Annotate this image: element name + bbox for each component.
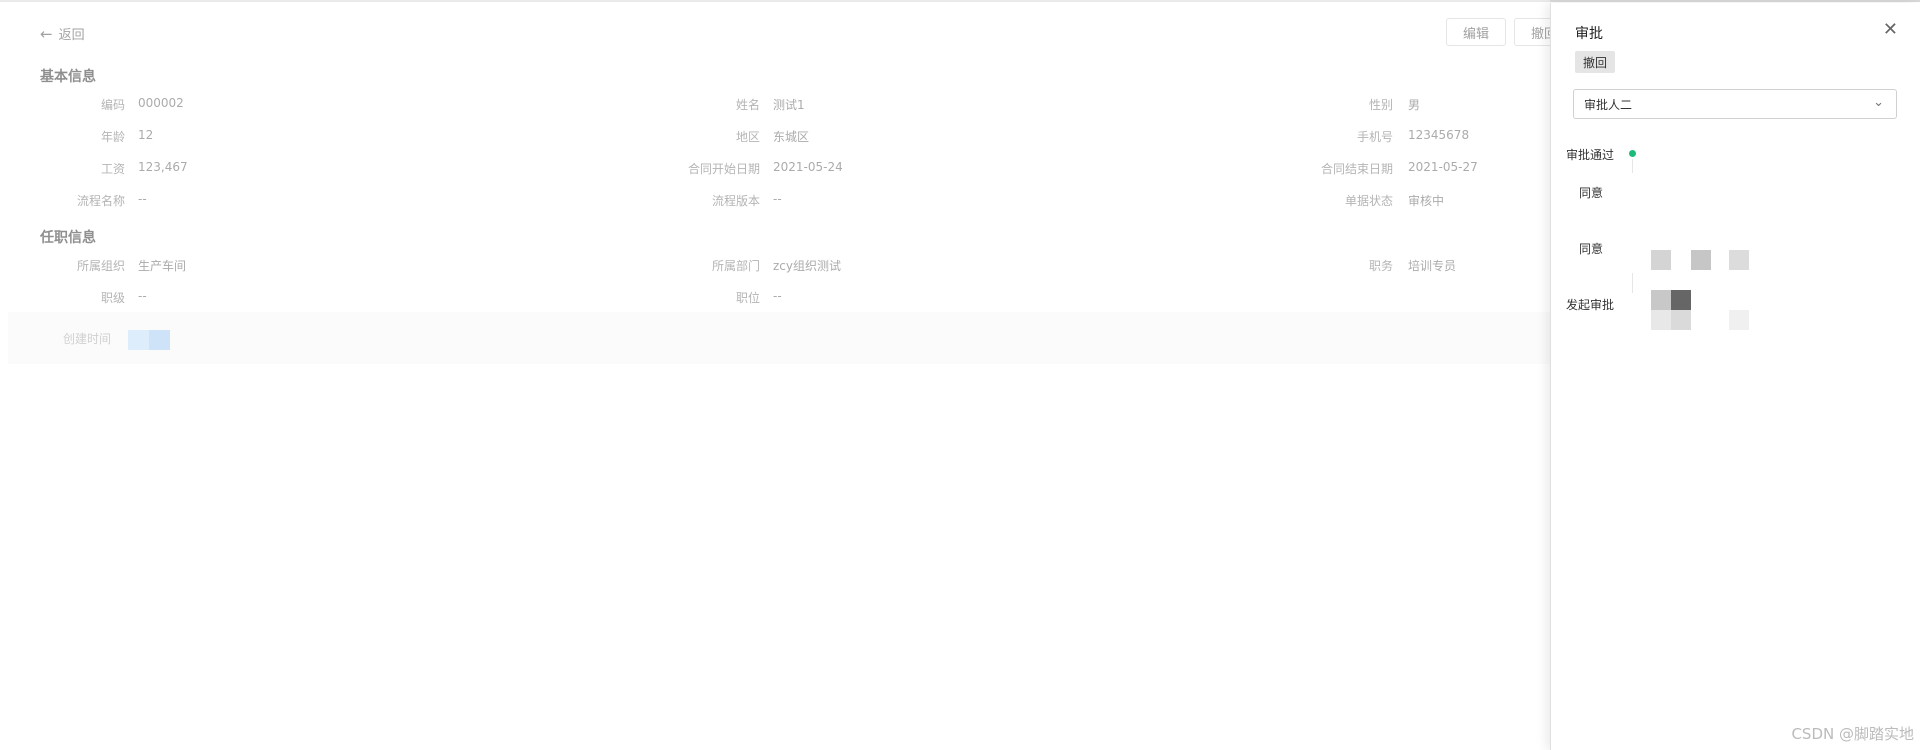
timeline-step2-label: 同意 <box>1579 242 1604 256</box>
timeline-step1-label: 同意 <box>1579 186 1604 200</box>
redacted-avatar <box>1651 250 1671 270</box>
redacted-avatar <box>1651 310 1671 330</box>
close-icon[interactable]: ✕ <box>1883 19 1898 40</box>
revoke-tag[interactable]: 撤回 <box>1575 51 1616 73</box>
modal-mask[interactable] <box>0 0 1550 750</box>
redacted-avatar <box>1671 290 1691 310</box>
timeline-line <box>1632 159 1633 173</box>
redacted-avatar <box>1729 310 1749 330</box>
timeline-initiate-label: 发起审批 <box>1566 298 1615 312</box>
timeline-line <box>1632 273 1633 293</box>
approver-select[interactable]: 审批人二 ⌄ <box>1573 89 1897 119</box>
timeline-dot-icon <box>1629 150 1636 157</box>
timeline-status-label: 审批通过 <box>1566 148 1615 162</box>
redacted-avatar <box>1729 250 1749 270</box>
redacted-avatar <box>1691 250 1711 270</box>
approval-drawer: 审批 ✕ 撤回 审批人二 ⌄ 审批通过 同意 同意 发起审批 <box>1550 3 1920 750</box>
redacted-avatar <box>1671 310 1691 330</box>
approver-select-value: 审批人二 <box>1584 97 1633 112</box>
watermark: CSDN @脚踏实地 <box>1791 725 1914 743</box>
redacted-avatar <box>1651 290 1671 310</box>
drawer-title: 审批 <box>1575 26 1603 42</box>
chevron-down-icon: ⌄ <box>1873 95 1884 110</box>
